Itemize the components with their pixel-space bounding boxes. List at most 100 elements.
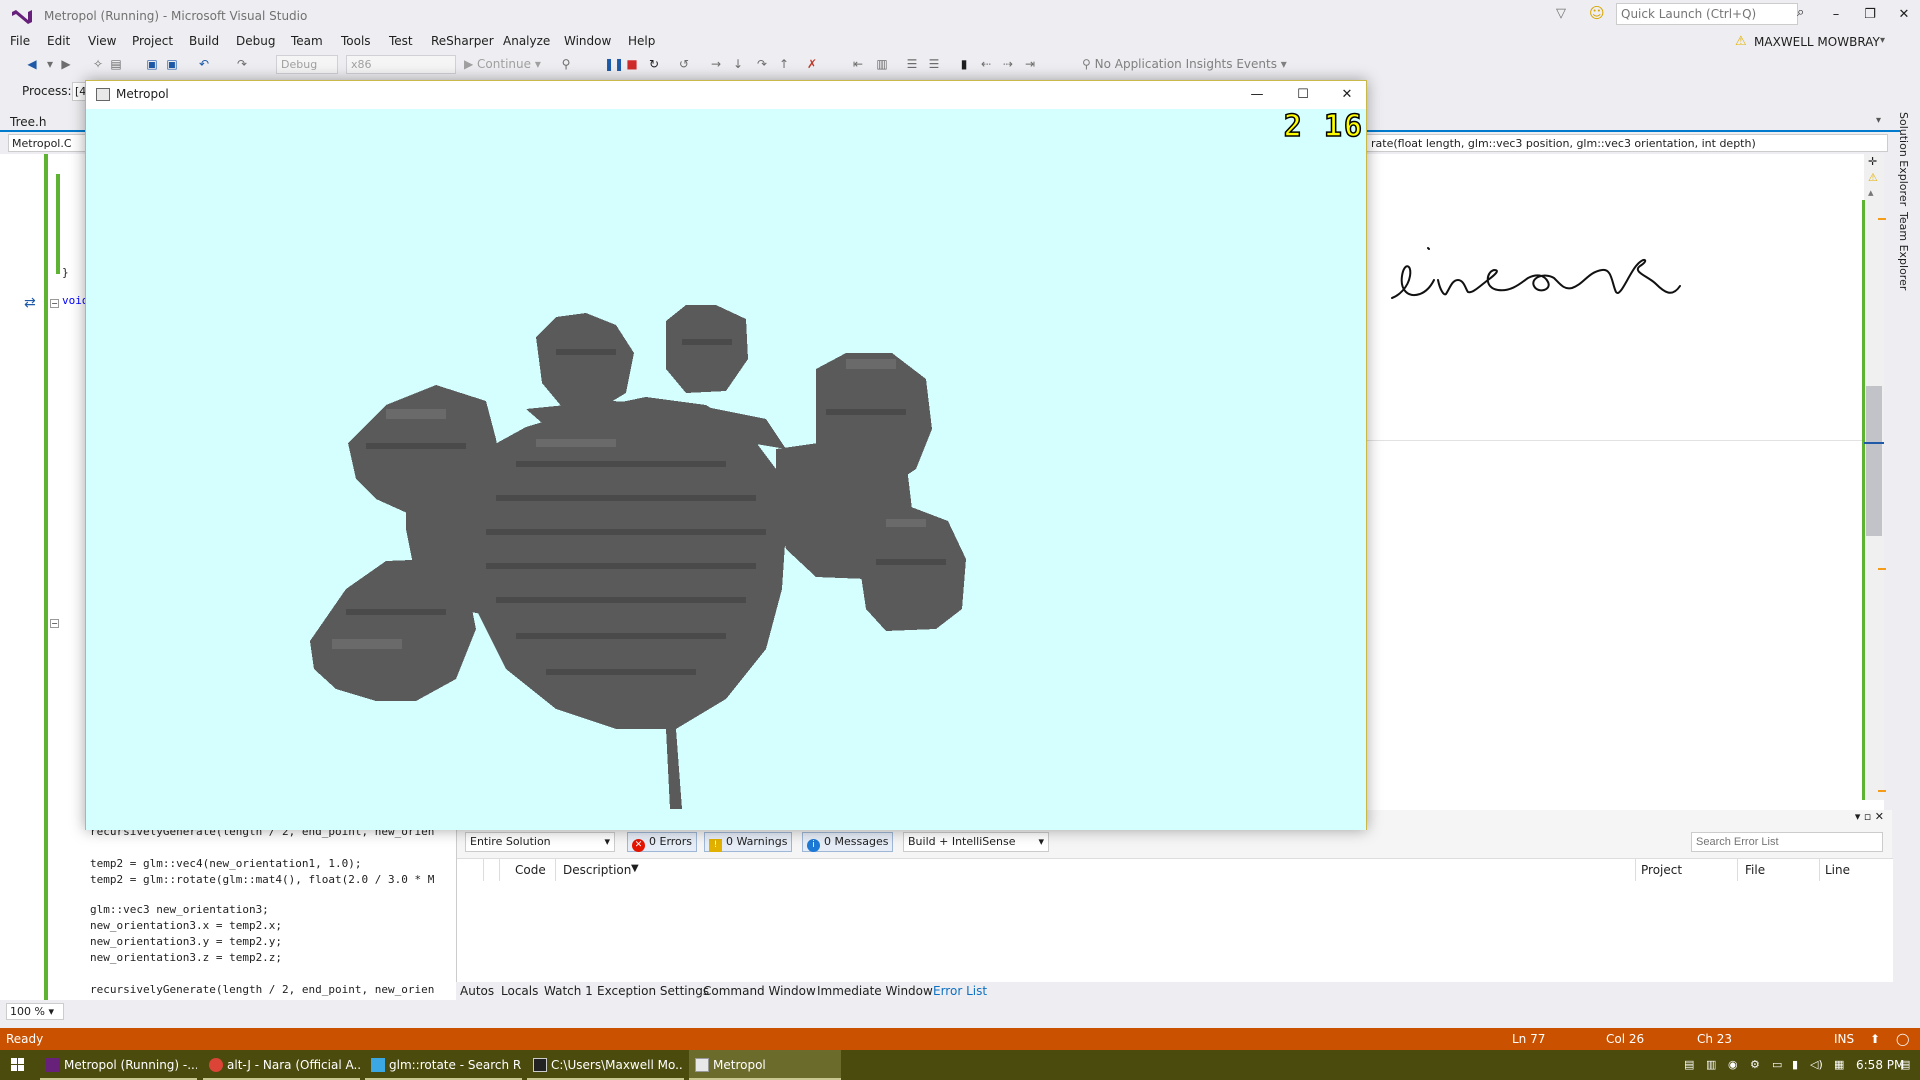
column-project[interactable]: Project bbox=[1641, 863, 1682, 877]
collapse-icon[interactable]: − bbox=[50, 619, 59, 628]
steam-icon[interactable]: ◉ bbox=[1728, 1058, 1738, 1071]
tab-error-list[interactable]: Error List bbox=[933, 984, 987, 998]
menu-window[interactable]: Window bbox=[564, 34, 611, 48]
render-viewport[interactable]: 2 16 bbox=[86, 109, 1366, 830]
outdent-icon[interactable]: ☰ bbox=[926, 56, 942, 72]
restore-button[interactable]: ❐ bbox=[1856, 4, 1884, 26]
keyboard-icon[interactable]: ▦ bbox=[1834, 1058, 1844, 1071]
undo-icon[interactable]: ↶ bbox=[196, 56, 212, 72]
stop-debugging-icon[interactable]: ■ bbox=[624, 56, 640, 72]
sort-desc-icon[interactable]: ▼ bbox=[631, 863, 639, 874]
taskbar-command-prompt[interactable]: C:\Users\Maxwell Mo... bbox=[527, 1050, 684, 1080]
action-center-icon[interactable]: ▤ bbox=[1900, 1058, 1910, 1071]
column-description[interactable]: Description bbox=[563, 863, 631, 877]
open-file-icon[interactable]: ▤ bbox=[108, 56, 124, 72]
step-into-icon[interactable]: → bbox=[708, 56, 724, 72]
display-icon[interactable]: ▭ bbox=[1772, 1058, 1782, 1071]
tab-team-explorer[interactable]: Team Explorer bbox=[1897, 212, 1910, 290]
break-all-icon[interactable]: ❚❚ bbox=[604, 56, 624, 72]
tab-exception-settings[interactable]: Exception Settings bbox=[597, 984, 709, 998]
solution-config-select[interactable]: Debug bbox=[276, 55, 338, 74]
split-window-icon[interactable]: ✛ bbox=[1868, 155, 1877, 168]
step-up-icon[interactable]: ↑ bbox=[776, 56, 792, 72]
continue-button[interactable]: ▶ Continue ▾ bbox=[464, 57, 541, 71]
panel-controls[interactable]: ▾ ▫ ✕ bbox=[1855, 810, 1884, 823]
minimize-button[interactable]: – bbox=[1822, 4, 1850, 26]
restart-icon[interactable]: ↻ bbox=[646, 56, 662, 72]
menu-team[interactable]: Team bbox=[291, 34, 323, 48]
quick-launch-input[interactable] bbox=[1616, 3, 1798, 25]
tab-watch-1[interactable]: Watch 1 bbox=[544, 984, 593, 998]
redo-icon[interactable]: ↷ bbox=[234, 56, 250, 72]
clear-bookmarks-icon[interactable]: ⇥ bbox=[1022, 56, 1038, 72]
menu-analyze[interactable]: Analyze bbox=[503, 34, 550, 48]
dropdown-icon[interactable]: ▾ bbox=[42, 56, 58, 72]
zoom-level-select[interactable]: 100 % ▾ bbox=[6, 1003, 64, 1020]
tab-immediate-window[interactable]: Immediate Window bbox=[817, 984, 933, 998]
search-error-list-input[interactable] bbox=[1691, 832, 1883, 852]
menu-debug[interactable]: Debug bbox=[236, 34, 275, 48]
collapse-icon[interactable]: − bbox=[50, 299, 59, 308]
metropol-close-button[interactable]: ✕ bbox=[1327, 83, 1367, 107]
menu-resharper[interactable]: ReSharper bbox=[431, 34, 494, 48]
build-filter-select[interactable]: Build + IntelliSense ▾ bbox=[903, 832, 1049, 852]
bookmark-tool-icon[interactable]: ⇤ bbox=[850, 56, 866, 72]
taskbar-browser[interactable]: glm::rotate - Search R... bbox=[365, 1050, 522, 1080]
tab-autos[interactable]: Autos bbox=[460, 984, 494, 998]
save-all-icon[interactable]: ▣ bbox=[164, 56, 180, 72]
comment-icon[interactable]: ▥ bbox=[874, 56, 890, 72]
project-scope-select[interactable]: Metropol.C bbox=[8, 134, 88, 152]
chevron-down-icon[interactable]: ▾ bbox=[1880, 35, 1885, 46]
metropol-maximize-button[interactable]: ☐ bbox=[1283, 83, 1323, 107]
prev-bookmark-icon[interactable]: ⇠ bbox=[978, 56, 994, 72]
menu-help[interactable]: Help bbox=[628, 34, 655, 48]
member-select[interactable]: rate(float length, glm::vec3 position, g… bbox=[1366, 134, 1888, 152]
new-project-icon[interactable]: ✧ bbox=[90, 56, 106, 72]
menu-test[interactable]: Test bbox=[389, 34, 413, 48]
navigate-back-icon[interactable]: ◀ bbox=[24, 56, 40, 72]
swap-icon[interactable]: ⇄ bbox=[24, 295, 36, 311]
show-next-statement-icon[interactable]: ↺ bbox=[676, 56, 692, 72]
tab-solution-explorer[interactable]: Solution Explorer bbox=[1897, 112, 1910, 206]
git-icon[interactable]: ⬆ bbox=[1870, 1032, 1880, 1046]
warnings-filter-button[interactable]: ! 0 Warnings bbox=[704, 832, 793, 852]
menu-file[interactable]: File bbox=[10, 34, 30, 48]
column-file[interactable]: File bbox=[1745, 863, 1765, 877]
tray-chart-icon[interactable]: ▥ bbox=[1706, 1058, 1716, 1071]
notifications-icon[interactable]: ◯ bbox=[1896, 1032, 1909, 1046]
step-over-icon[interactable]: ↓ bbox=[730, 56, 746, 72]
find-icon[interactable]: ⚲ bbox=[558, 56, 574, 72]
menu-tools[interactable]: Tools bbox=[341, 34, 371, 48]
save-icon[interactable]: ▣ bbox=[144, 56, 160, 72]
tab-locals[interactable]: Locals bbox=[501, 984, 538, 998]
errors-filter-button[interactable]: ✕ 0 Errors bbox=[627, 832, 698, 852]
metropol-titlebar[interactable]: Metropol — ☐ ✕ bbox=[86, 81, 1366, 109]
application-insights-dropdown[interactable]: ⚲ No Application Insights Events ▾ bbox=[1082, 57, 1287, 71]
tab-command-window[interactable]: Command Window bbox=[703, 984, 816, 998]
tab-tree-h[interactable]: Tree.h bbox=[10, 115, 46, 129]
navigate-forward-icon[interactable]: ▶ bbox=[58, 56, 74, 72]
taskbar-chrome[interactable]: alt-J - Nara (Official A... bbox=[203, 1050, 360, 1080]
taskbar-clock[interactable]: 6:58 PM bbox=[1856, 1058, 1904, 1072]
search-icon[interactable]: ⌕ bbox=[1797, 5, 1804, 20]
bookmark-icon[interactable]: ▮ bbox=[956, 56, 972, 72]
tab-overflow-icon[interactable]: ▾ bbox=[1876, 115, 1881, 126]
volume-icon[interactable]: ◁) bbox=[1810, 1058, 1823, 1071]
next-bookmark-icon[interactable]: ⇢ bbox=[1000, 56, 1016, 72]
solution-platform-select[interactable]: x86 bbox=[346, 55, 456, 74]
user-account-name[interactable]: MAXWELL MOWBRAY bbox=[1754, 35, 1880, 49]
taskbar-metropol[interactable]: Metropol bbox=[689, 1050, 841, 1080]
network-icon[interactable]: ▮ bbox=[1792, 1058, 1798, 1071]
metropol-minimize-button[interactable]: — bbox=[1237, 83, 1277, 107]
menu-view[interactable]: View bbox=[88, 34, 116, 48]
close-button[interactable]: ✕ bbox=[1890, 4, 1918, 26]
column-code[interactable]: Code bbox=[515, 863, 546, 877]
scrollbar-thumb[interactable] bbox=[1866, 386, 1882, 536]
feedback-smiley-icon[interactable]: ☺ bbox=[1589, 4, 1605, 22]
menu-build[interactable]: Build bbox=[189, 34, 219, 48]
tray-app-icon[interactable]: ▤ bbox=[1684, 1058, 1694, 1071]
menu-project[interactable]: Project bbox=[132, 34, 173, 48]
messages-filter-button[interactable]: i 0 Messages bbox=[802, 832, 894, 852]
column-line[interactable]: Line bbox=[1825, 863, 1850, 877]
notification-filter-icon[interactable]: ▽ bbox=[1556, 6, 1566, 21]
